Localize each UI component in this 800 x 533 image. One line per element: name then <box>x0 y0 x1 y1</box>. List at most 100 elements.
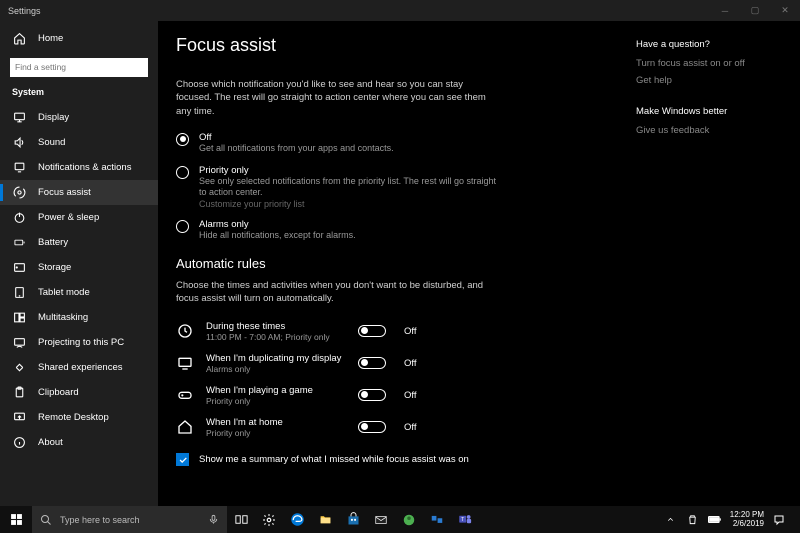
nav-battery[interactable]: Battery <box>0 230 158 255</box>
nav-focus-assist[interactable]: Focus assist <box>0 180 158 205</box>
rule-title: During these times <box>206 321 346 332</box>
radio-alarms-only[interactable]: Alarms only Hide all notifications, exce… <box>176 219 618 242</box>
focus-assist-icon <box>12 186 26 199</box>
feedback-link[interactable]: Give us feedback <box>636 125 782 136</box>
nav-label: Display <box>38 112 69 123</box>
radio-title: Off <box>199 132 394 143</box>
radio-icon <box>176 133 189 146</box>
taskbar: Type here to search T 12:20 PM 2/6/2019 <box>0 506 800 533</box>
page-intro: Choose which notification you'd like to … <box>176 78 500 118</box>
mail-icon[interactable] <box>367 506 395 533</box>
rule-toggle[interactable] <box>358 325 386 337</box>
rule-playing-game[interactable]: When I'm playing a gamePriority only Off <box>176 379 618 411</box>
power-icon <box>12 211 26 224</box>
nav-label: Battery <box>38 237 68 248</box>
home-label: Home <box>38 33 63 44</box>
nav-projecting[interactable]: Projecting to this PC <box>0 330 158 355</box>
search-icon <box>40 514 52 526</box>
radio-title: Alarms only <box>199 219 356 230</box>
feedback-heading: Make Windows better <box>636 106 782 117</box>
summary-checkbox-row[interactable]: Show me a summary of what I missed while… <box>176 453 618 466</box>
store-icon[interactable] <box>339 506 367 533</box>
rule-toggle[interactable] <box>358 389 386 401</box>
taskbar-search[interactable]: Type here to search <box>32 506 227 533</box>
nav-label: Tablet mode <box>38 287 90 298</box>
tray-chevron-icon[interactable] <box>664 515 678 524</box>
nav-remote-desktop[interactable]: Remote Desktop <box>0 405 158 430</box>
clock-icon <box>176 323 194 339</box>
rule-title: When I'm duplicating my display <box>206 353 346 364</box>
nav-label: Projecting to this PC <box>38 337 124 348</box>
checkbox-icon <box>176 453 189 466</box>
rule-toggle[interactable] <box>358 357 386 369</box>
action-center-icon[interactable] <box>772 514 786 526</box>
nav-tablet-mode[interactable]: Tablet mode <box>0 280 158 305</box>
rule-during-times[interactable]: During these times11:00 PM - 7:00 AM; Pr… <box>176 315 618 347</box>
nav-label: Power & sleep <box>38 212 99 223</box>
rules-intro: Choose the times and activities when you… <box>176 279 500 306</box>
tray-battery-icon[interactable] <box>708 515 722 524</box>
radio-icon <box>176 220 189 233</box>
rule-sub: Alarms only <box>206 364 346 374</box>
start-button[interactable] <box>0 506 32 533</box>
customize-priority-link[interactable]: Customize your priority list <box>199 199 499 209</box>
remote-icon <box>12 411 26 424</box>
nav-label: About <box>38 437 63 448</box>
nav-notifications[interactable]: Notifications & actions <box>0 155 158 180</box>
nav-label: Remote Desktop <box>38 412 109 423</box>
app-icon-blue[interactable] <box>423 506 451 533</box>
rule-title: When I'm at home <box>206 417 346 428</box>
notifications-icon <box>12 161 26 174</box>
search-input[interactable] <box>10 58 148 77</box>
rule-duplicating-display[interactable]: When I'm duplicating my displayAlarms on… <box>176 347 618 379</box>
about-icon <box>12 436 26 449</box>
teams-icon[interactable]: T <box>451 506 479 533</box>
rule-sub: Priority only <box>206 396 346 406</box>
clipboard-icon <box>12 386 26 399</box>
rule-toggle[interactable] <box>358 421 386 433</box>
nav-clipboard[interactable]: Clipboard <box>0 380 158 405</box>
nav-multitasking[interactable]: Multitasking <box>0 305 158 330</box>
nav-label: Shared experiences <box>38 362 123 373</box>
close-button[interactable]: ✕ <box>770 0 800 21</box>
nav-power-sleep[interactable]: Power & sleep <box>0 205 158 230</box>
nav-label: Sound <box>38 137 65 148</box>
nav-display[interactable]: Display <box>0 105 158 130</box>
rule-at-home[interactable]: When I'm at homePriority only Off <box>176 411 618 443</box>
page-title: Focus assist <box>176 35 618 56</box>
toggle-state: Off <box>404 326 417 337</box>
nav-about[interactable]: About <box>0 430 158 455</box>
home-nav[interactable]: Home <box>0 25 158 51</box>
svg-text:T: T <box>461 517 464 523</box>
task-view-icon[interactable] <box>227 506 255 533</box>
nav-sound[interactable]: Sound <box>0 130 158 155</box>
window-title: Settings <box>0 6 41 16</box>
help-link[interactable]: Turn focus assist on or off <box>636 58 782 69</box>
file-explorer-icon[interactable] <box>311 506 339 533</box>
rule-sub: Priority only <box>206 428 346 438</box>
mic-icon[interactable] <box>208 514 227 525</box>
edge-icon[interactable] <box>283 506 311 533</box>
titlebar: Settings ─ ▢ ✕ <box>0 0 800 21</box>
help-link[interactable]: Get help <box>636 75 782 86</box>
radio-off[interactable]: Off Get all notifications from your apps… <box>176 132 618 155</box>
maximize-button[interactable]: ▢ <box>740 0 770 21</box>
system-tray: 12:20 PM 2/6/2019 <box>664 511 800 529</box>
nav-storage[interactable]: Storage <box>0 255 158 280</box>
display-icon <box>176 355 194 371</box>
help-heading: Have a question? <box>636 39 782 50</box>
toggle-state: Off <box>404 422 417 433</box>
tray-clock[interactable]: 12:20 PM 2/6/2019 <box>730 511 764 529</box>
tray-power-icon[interactable] <box>686 514 700 525</box>
nav-shared-experiences[interactable]: Shared experiences <box>0 355 158 380</box>
minimize-button[interactable]: ─ <box>710 0 740 21</box>
projecting-icon <box>12 336 26 349</box>
home-icon <box>12 32 26 45</box>
radio-sub: Hide all notifications, except for alarm… <box>199 230 356 242</box>
settings-app-icon[interactable] <box>255 506 283 533</box>
app-icon-green[interactable] <box>395 506 423 533</box>
nav-label: Notifications & actions <box>38 162 131 173</box>
radio-priority-only[interactable]: Priority only See only selected notifica… <box>176 165 618 209</box>
rules-heading: Automatic rules <box>176 256 618 271</box>
nav-label: Focus assist <box>38 187 91 198</box>
